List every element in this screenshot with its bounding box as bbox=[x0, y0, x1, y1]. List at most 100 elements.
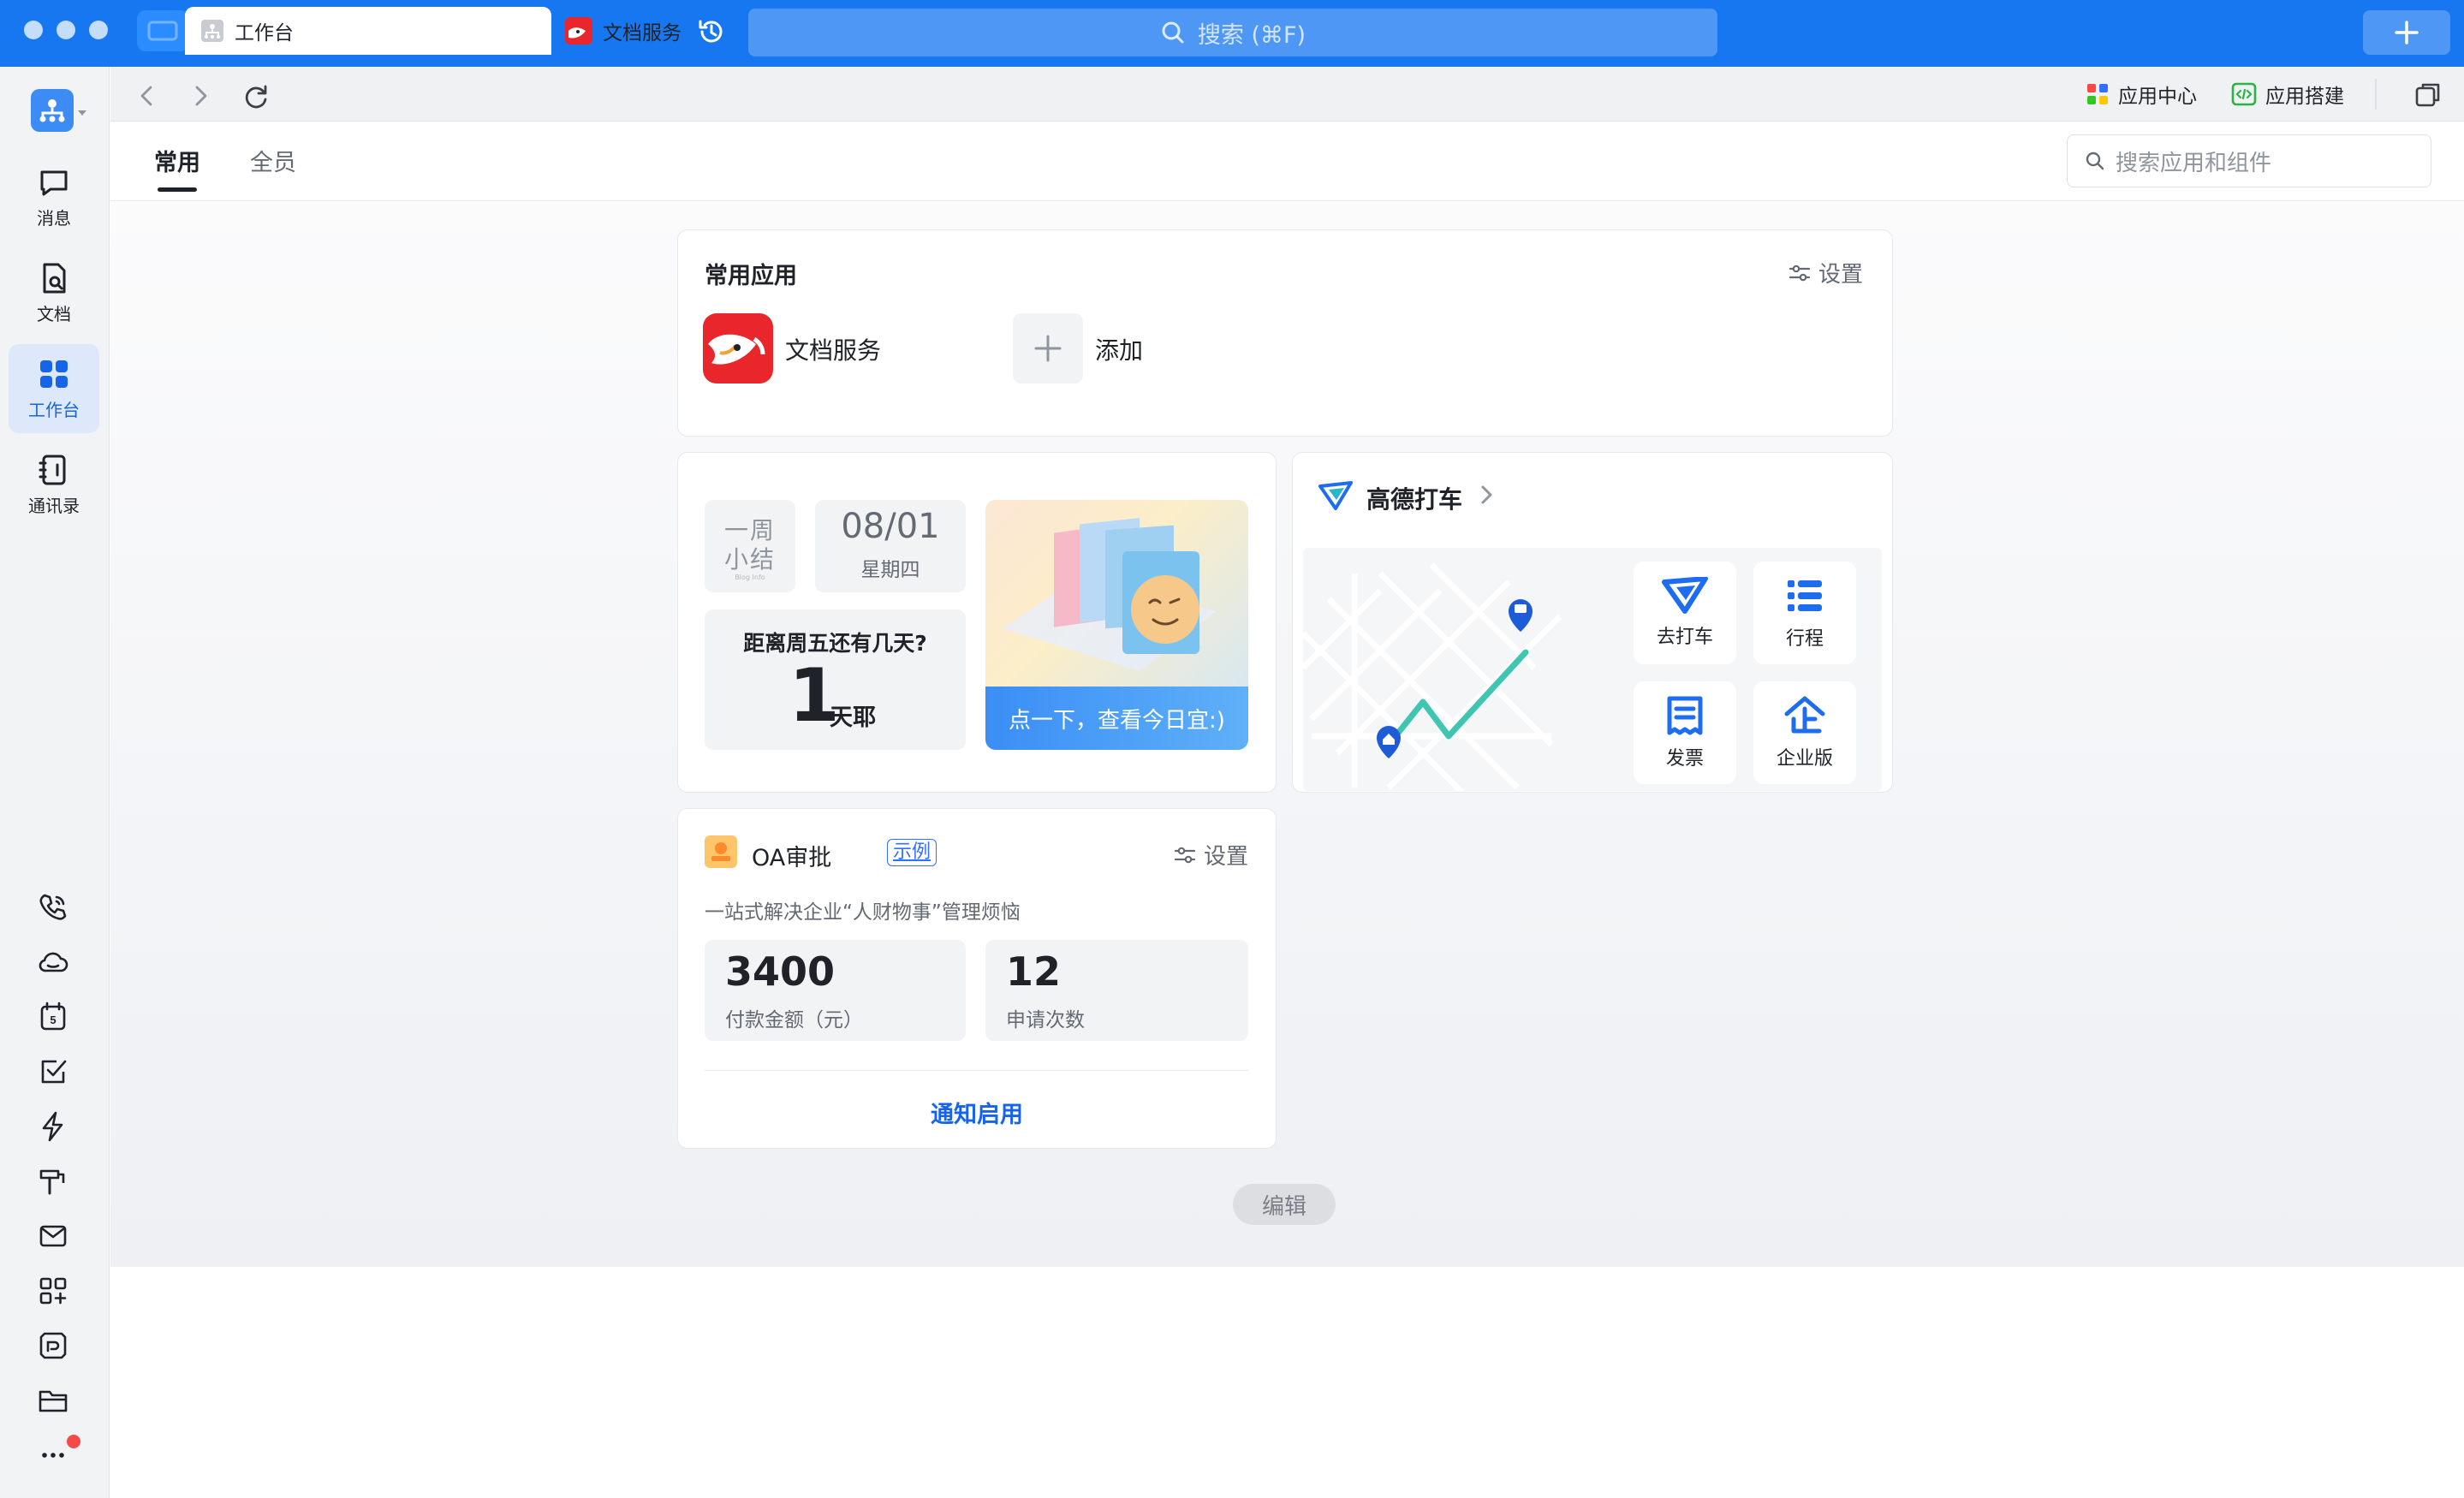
refresh-icon bbox=[245, 85, 267, 109]
daily-fortune-banner[interactable]: 点一下，查看今日宜:) bbox=[985, 500, 1248, 750]
oa-enable-notify-button[interactable]: 通知启用 bbox=[677, 1096, 1277, 1129]
stat-label: 付款金额（元） bbox=[725, 1009, 863, 1031]
search-icon bbox=[1162, 21, 1184, 44]
sidebar-item-docs[interactable]: 文档 bbox=[9, 248, 99, 337]
taxi-tile-label: 去打车 bbox=[1656, 627, 1713, 648]
settings-label: 设置 bbox=[1204, 844, 1249, 870]
enterprise-icon bbox=[1784, 696, 1825, 734]
app-doc-service-label[interactable]: 文档服务 bbox=[785, 332, 881, 366]
search-icon bbox=[2086, 152, 2104, 170]
edit-button[interactable]: 编辑 bbox=[1233, 1184, 1336, 1225]
sidebar-item-label: 消息 bbox=[37, 207, 71, 229]
chevron-left-icon bbox=[140, 86, 152, 106]
forward-button[interactable] bbox=[188, 82, 212, 113]
taxi-title[interactable]: 高德打车 bbox=[1366, 481, 1462, 515]
app-center-link[interactable]: 应用中心 bbox=[2086, 79, 2197, 110]
global-search-placeholder: 搜索 (⌘F) bbox=[1197, 21, 1306, 49]
add-app-button[interactable] bbox=[1013, 313, 1083, 383]
oa-sample-badge: 示例 bbox=[887, 839, 937, 866]
back-button[interactable] bbox=[135, 82, 159, 113]
new-window-icon bbox=[2415, 83, 2440, 107]
oa-settings-button[interactable]: 设置 bbox=[1173, 839, 1248, 871]
weekday-text: 星期四 bbox=[860, 559, 920, 581]
lightning-icon[interactable] bbox=[36, 1109, 70, 1144]
taxi-chevron-right-icon[interactable] bbox=[1478, 483, 1495, 510]
taxi-icon bbox=[1662, 577, 1708, 614]
tab-workbench[interactable]: 工作台 bbox=[185, 7, 551, 55]
app-builder-link[interactable]: 应用搭建 bbox=[2231, 79, 2344, 110]
common-apps-settings-button[interactable]: 设置 bbox=[1788, 257, 1863, 288]
invoice-icon bbox=[1667, 696, 1703, 735]
app-center-icon bbox=[2087, 84, 2108, 104]
taxi-tile-ride[interactable]: 去打车 bbox=[1634, 562, 1736, 664]
window-minimize-button[interactable] bbox=[57, 21, 75, 39]
calendar-icon[interactable]: 5 bbox=[36, 1000, 70, 1034]
oa-description: 一站式解决企业“人财物事”管理烦恼 bbox=[705, 901, 1021, 924]
taxi-tile-label: 企业版 bbox=[1776, 748, 1833, 770]
subtab-all-staff[interactable]: 全员 bbox=[250, 144, 296, 177]
sidebar-item-contacts[interactable]: 通讯录 bbox=[9, 440, 99, 529]
phone-icon[interactable] bbox=[36, 890, 70, 924]
oa-title: OA审批 bbox=[752, 845, 832, 871]
plus-icon bbox=[2395, 21, 2419, 45]
org-avatar[interactable] bbox=[31, 89, 74, 132]
doc-service-logo bbox=[703, 313, 773, 383]
sidebar-item-workbench[interactable]: 工作台 bbox=[9, 344, 99, 433]
taxi-tile-trips[interactable]: 行程 bbox=[1753, 562, 1856, 664]
app-builder-label: 应用搭建 bbox=[2265, 86, 2344, 108]
notification-dot bbox=[67, 1435, 80, 1448]
sliders-icon bbox=[1788, 265, 1811, 281]
date-text: 08/01 bbox=[841, 507, 940, 546]
oa-logo-icon bbox=[705, 835, 737, 871]
subtab-common[interactable]: 常用 bbox=[154, 144, 200, 177]
global-search-input[interactable]: 搜索 (⌘F) bbox=[748, 9, 1717, 56]
tab-doc-service[interactable]: 文档服务 bbox=[565, 7, 822, 55]
oa-divider bbox=[705, 1070, 1248, 1071]
settings-label: 设置 bbox=[1818, 262, 1864, 288]
mail-icon[interactable] bbox=[36, 1219, 70, 1253]
app-builder-icon bbox=[2231, 82, 2257, 106]
taxi-tile-label: 发票 bbox=[1665, 748, 1704, 770]
countdown-unit: 天耶 bbox=[830, 704, 876, 731]
daily-fortune-text: 点一下，查看今日宜:) bbox=[985, 687, 1248, 750]
app-center-label: 应用中心 bbox=[2118, 86, 2197, 108]
window-zoom-button[interactable] bbox=[89, 21, 108, 39]
weekly-logo[interactable]: 一周 小结 Blog Info bbox=[705, 500, 795, 592]
doc-service-icon bbox=[565, 17, 592, 45]
apps-plus-icon[interactable] bbox=[36, 1274, 70, 1308]
org-switch-chevron-icon[interactable] bbox=[77, 104, 87, 121]
hammer-icon[interactable] bbox=[36, 1164, 70, 1198]
oa-stat-payment: 3400 付款金额（元） bbox=[705, 940, 966, 1041]
app-search-input[interactable]: 搜索应用和组件 bbox=[2067, 134, 2431, 187]
common-apps-title: 常用应用 bbox=[705, 263, 797, 289]
org-icon bbox=[39, 99, 65, 122]
sidebar-item-label: 文档 bbox=[37, 303, 71, 324]
create-button[interactable] bbox=[2363, 10, 2450, 55]
sidebar-item-messages[interactable]: 消息 bbox=[9, 152, 99, 241]
tab-label: 工作台 bbox=[235, 22, 294, 45]
window-close-button[interactable] bbox=[24, 21, 43, 39]
taxi-tile-enterprise[interactable]: 企业版 bbox=[1753, 681, 1856, 784]
taxi-tile-invoice[interactable]: 发票 bbox=[1634, 681, 1736, 784]
task-check-icon[interactable] bbox=[36, 1055, 70, 1089]
app-doc-service-icon[interactable] bbox=[703, 313, 773, 383]
taxi-tile-label: 行程 bbox=[1785, 628, 1824, 650]
weekly-logo-line2: 小结 bbox=[723, 545, 776, 574]
countdown-box: 距离周五还有几天? 1 天耶 bbox=[705, 609, 966, 750]
subtab-active-indicator bbox=[158, 187, 197, 192]
folder-icon[interactable] bbox=[36, 1383, 70, 1418]
more-icon[interactable] bbox=[36, 1438, 70, 1472]
list-icon bbox=[1788, 580, 1822, 611]
minutes-icon[interactable] bbox=[36, 1329, 70, 1363]
cloud-icon[interactable] bbox=[36, 945, 70, 979]
add-app-label[interactable]: 添加 bbox=[1095, 332, 1143, 366]
date-box: 08/01 星期四 bbox=[815, 500, 966, 592]
new-window-button[interactable] bbox=[2414, 80, 2442, 111]
plus-icon bbox=[1034, 335, 1062, 362]
app-search-placeholder: 搜索应用和组件 bbox=[2116, 150, 2272, 176]
refresh-button[interactable] bbox=[241, 82, 271, 115]
calendar-day-text: 5 bbox=[50, 1014, 56, 1026]
grid-icon bbox=[40, 360, 68, 388]
books-illustration bbox=[1003, 518, 1217, 671]
sidebar-item-label: 工作台 bbox=[28, 399, 80, 420]
